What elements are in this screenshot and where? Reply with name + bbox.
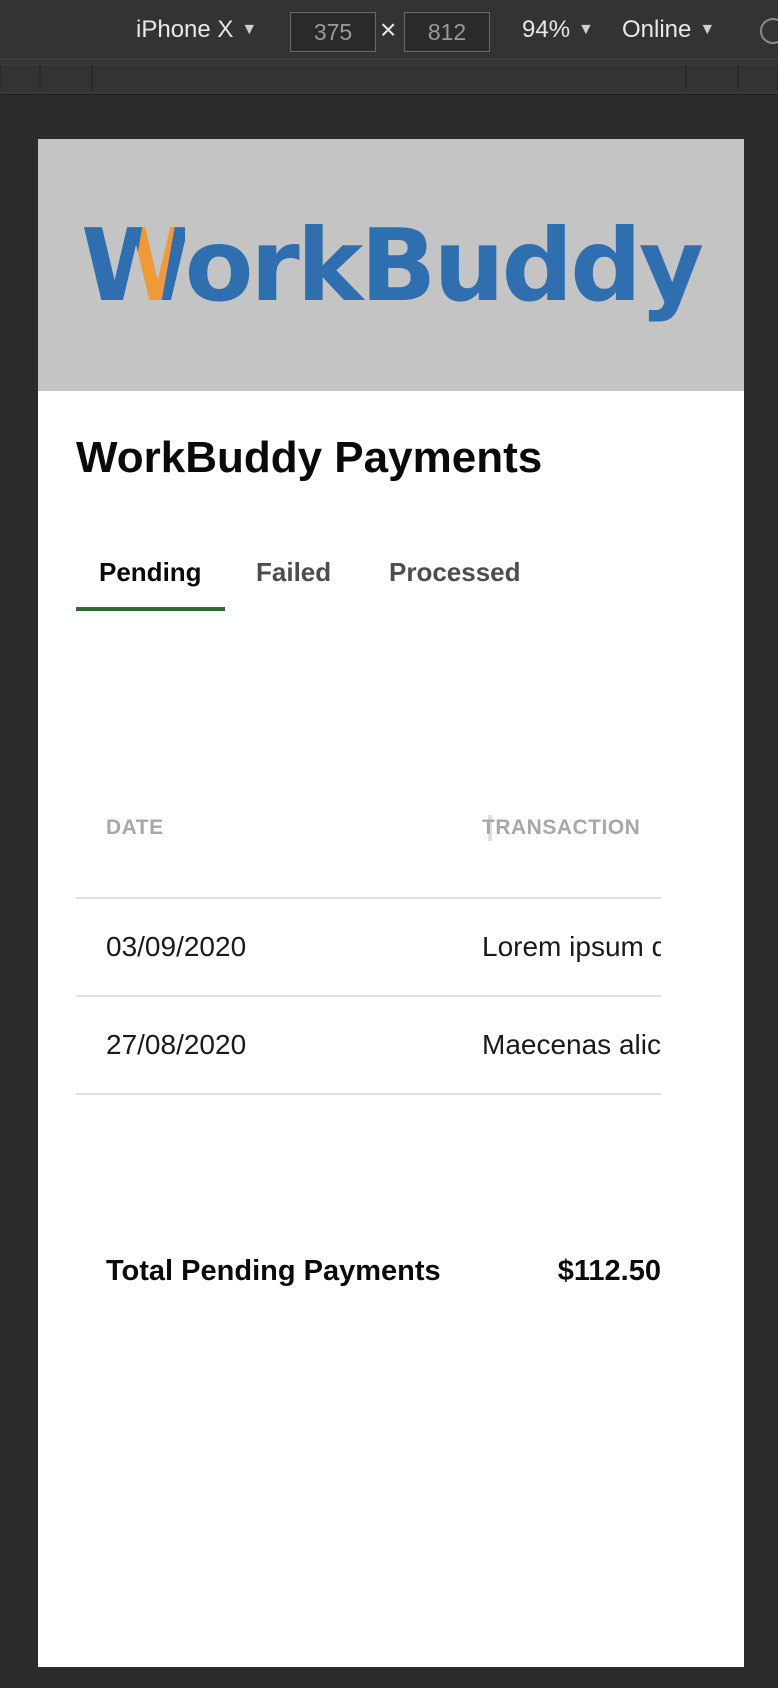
media-query-ruler [0, 61, 778, 95]
payments-table: DATE TRANSACTION 03/09/2020 Lorem ipsum … [76, 757, 661, 1095]
ruler-segment[interactable] [738, 65, 778, 91]
height-input[interactable]: 812 [404, 12, 490, 52]
rotate-icon[interactable] [754, 12, 778, 50]
column-header-transaction[interactable]: TRANSACTION [482, 757, 661, 899]
header-banner: WorkBuddy [38, 139, 744, 391]
cell-date: 03/09/2020 [106, 931, 247, 962]
logo-letter-w: W [80, 206, 188, 324]
chevron-down-icon: ▼ [241, 21, 258, 38]
network-select-label: Online [622, 16, 692, 43]
ruler-segment[interactable] [40, 65, 92, 91]
total-pending-summary: Total Pending Payments $112.50 [106, 1247, 661, 1295]
payment-tabs: Pending Failed Processed [76, 539, 706, 611]
tab-failed[interactable]: Failed [233, 539, 354, 611]
table-row[interactable]: 03/09/2020 Lorem ipsum d [76, 899, 661, 997]
ruler-segment[interactable] [92, 65, 686, 91]
width-input[interactable]: 375 [290, 12, 376, 52]
device-select-label: iPhone X [136, 16, 234, 43]
tab-pending[interactable]: Pending [76, 539, 225, 611]
ruler-segment[interactable] [0, 65, 40, 91]
cell-transaction: Maecenas alic [482, 1029, 661, 1060]
ruler-segment[interactable] [686, 65, 738, 91]
chevron-down-icon: ▼ [699, 21, 716, 38]
devtools-device-toolbar: iPhone X ▼ 375 × 812 94% ▼ Online ▼ [0, 0, 778, 60]
cell-date: 27/08/2020 [106, 1029, 247, 1060]
network-select[interactable]: Online ▼ [622, 0, 715, 60]
times-icon: × [380, 14, 397, 45]
logo-text: orkBuddy [184, 206, 704, 324]
column-header-date[interactable]: DATE [106, 757, 164, 899]
workbuddy-logo: WorkBuddy [80, 206, 704, 324]
table-row[interactable]: 27/08/2020 Maecenas alic [76, 997, 661, 1095]
total-label: Total Pending Payments [106, 1254, 441, 1287]
device-select[interactable]: iPhone X ▼ [136, 0, 257, 60]
zoom-select-label: 94% [522, 16, 571, 43]
page-title: WorkBuddy Payments [76, 433, 543, 482]
cell-transaction: Lorem ipsum d [482, 931, 661, 962]
chevron-down-icon: ▼ [578, 21, 594, 38]
table-header: DATE TRANSACTION [76, 757, 661, 899]
device-viewport: WorkBuddy WorkBuddy Payments Pending Fai… [38, 139, 744, 1667]
tab-processed[interactable]: Processed [366, 539, 544, 611]
total-amount: $112.50 [557, 1254, 661, 1287]
zoom-select[interactable]: 94% ▼ [522, 0, 594, 60]
